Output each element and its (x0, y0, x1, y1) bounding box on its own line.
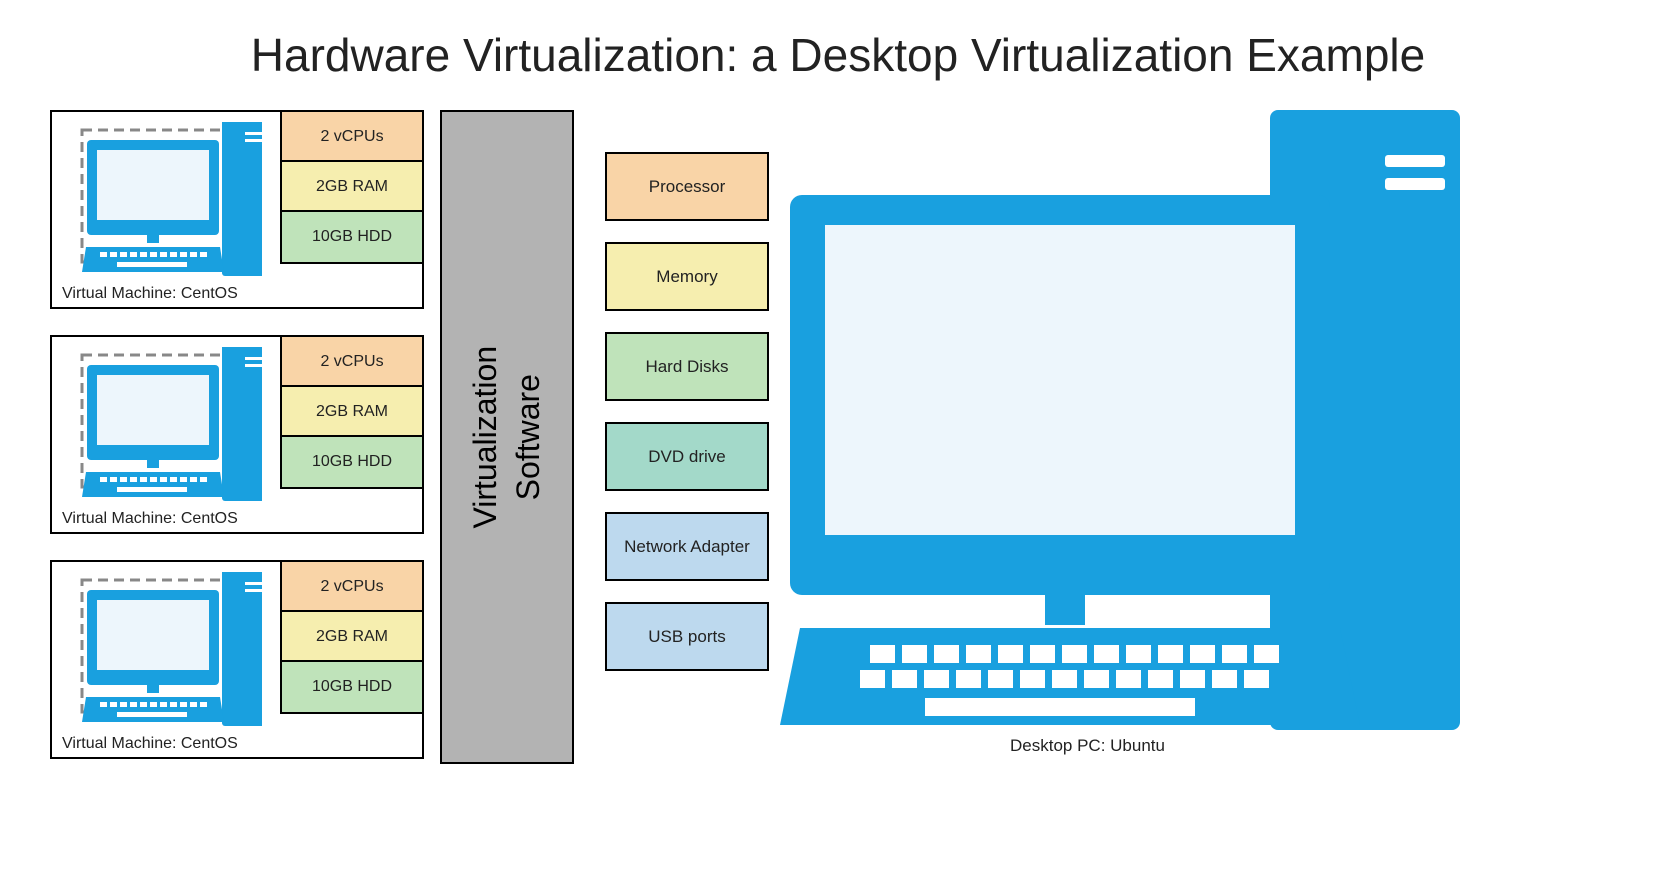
vm-2: Virtual Machine: CentOS 2 vCPUs 2GB RAM … (50, 335, 424, 534)
virtualization-software-box: VirtualizationSoftware (440, 110, 574, 764)
diagram-title: Hardware Virtualization: a Desktop Virtu… (0, 28, 1676, 82)
hw-usb: USB ports (605, 602, 769, 671)
hw-harddisks: Hard Disks (605, 332, 769, 401)
hw-memory: Memory (605, 242, 769, 311)
vm-1-hdd: 10GB HDD (280, 210, 424, 264)
hw-processor: Processor (605, 152, 769, 221)
vm-computer-icon (62, 572, 262, 737)
vm-2-label: Virtual Machine: CentOS (62, 510, 238, 528)
vm-3: Virtual Machine: CentOS 2 vCPUs 2GB RAM … (50, 560, 424, 759)
vm-computer-icon (62, 122, 262, 287)
vm-3-label: Virtual Machine: CentOS (62, 735, 238, 753)
vm-3-hdd: 10GB HDD (280, 660, 424, 714)
desktop-pc-label: Desktop PC: Ubuntu (1010, 736, 1230, 756)
vm-2-hdd: 10GB HDD (280, 435, 424, 489)
vm-2-cpu: 2 vCPUs (280, 335, 424, 389)
vm-1-cpu: 2 vCPUs (280, 110, 424, 164)
vm-3-ram: 2GB RAM (280, 610, 424, 664)
virtualization-software-label: VirtualizationSoftware (464, 346, 550, 529)
vm-1-ram: 2GB RAM (280, 160, 424, 214)
vm-3-cpu: 2 vCPUs (280, 560, 424, 614)
hw-dvd: DVD drive (605, 422, 769, 491)
vm-computer-icon (62, 347, 262, 512)
desktop-pc-icon (780, 110, 1480, 740)
vm-2-ram: 2GB RAM (280, 385, 424, 439)
vm-1-label: Virtual Machine: CentOS (62, 285, 238, 303)
vm-1: Virtual Machine: CentOS 2 vCPUs 2GB RAM … (50, 110, 424, 309)
hw-network: Network Adapter (605, 512, 769, 581)
